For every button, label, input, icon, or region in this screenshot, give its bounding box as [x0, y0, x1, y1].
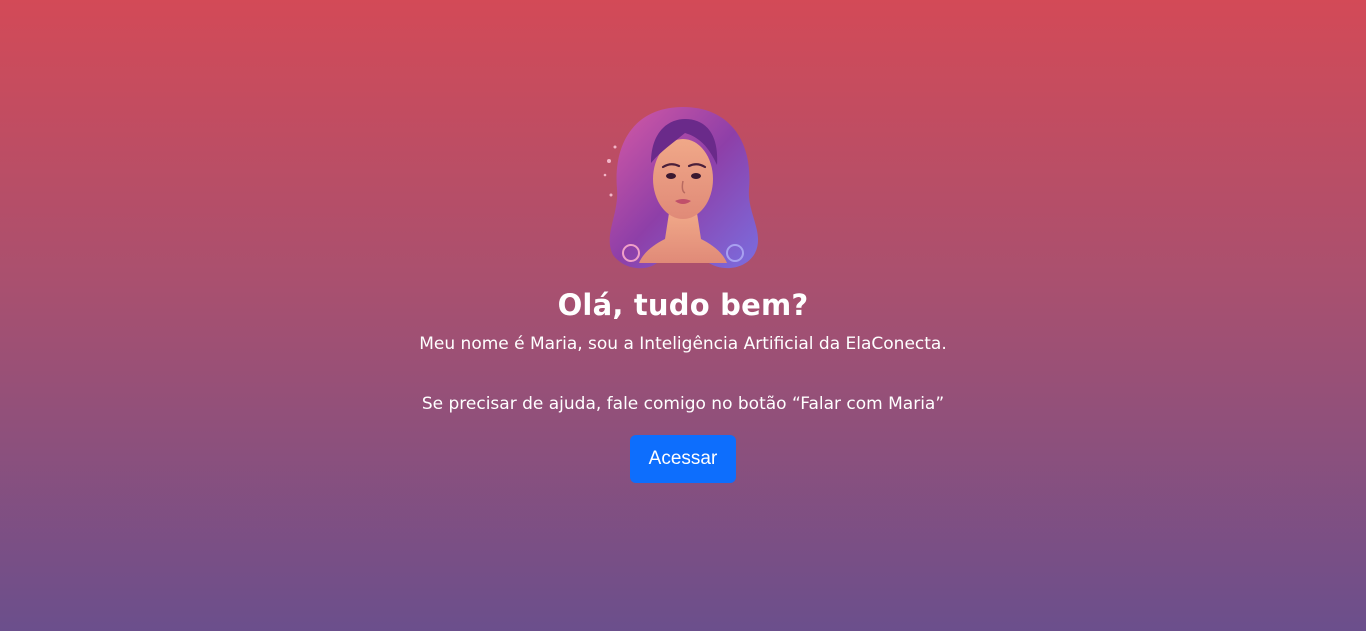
intro-text: Meu nome é Maria, sou a Inteligência Art… [419, 334, 947, 354]
welcome-panel: Olá, tudo bem? Meu nome é Maria, sou a I… [0, 103, 1366, 483]
woman-avatar-icon [603, 107, 759, 269]
access-button[interactable]: Acessar [630, 435, 736, 483]
page-title: Olá, tudo bem? [557, 288, 809, 322]
help-text: Se precisar de ajuda, fale comigo no bot… [421, 394, 945, 414]
